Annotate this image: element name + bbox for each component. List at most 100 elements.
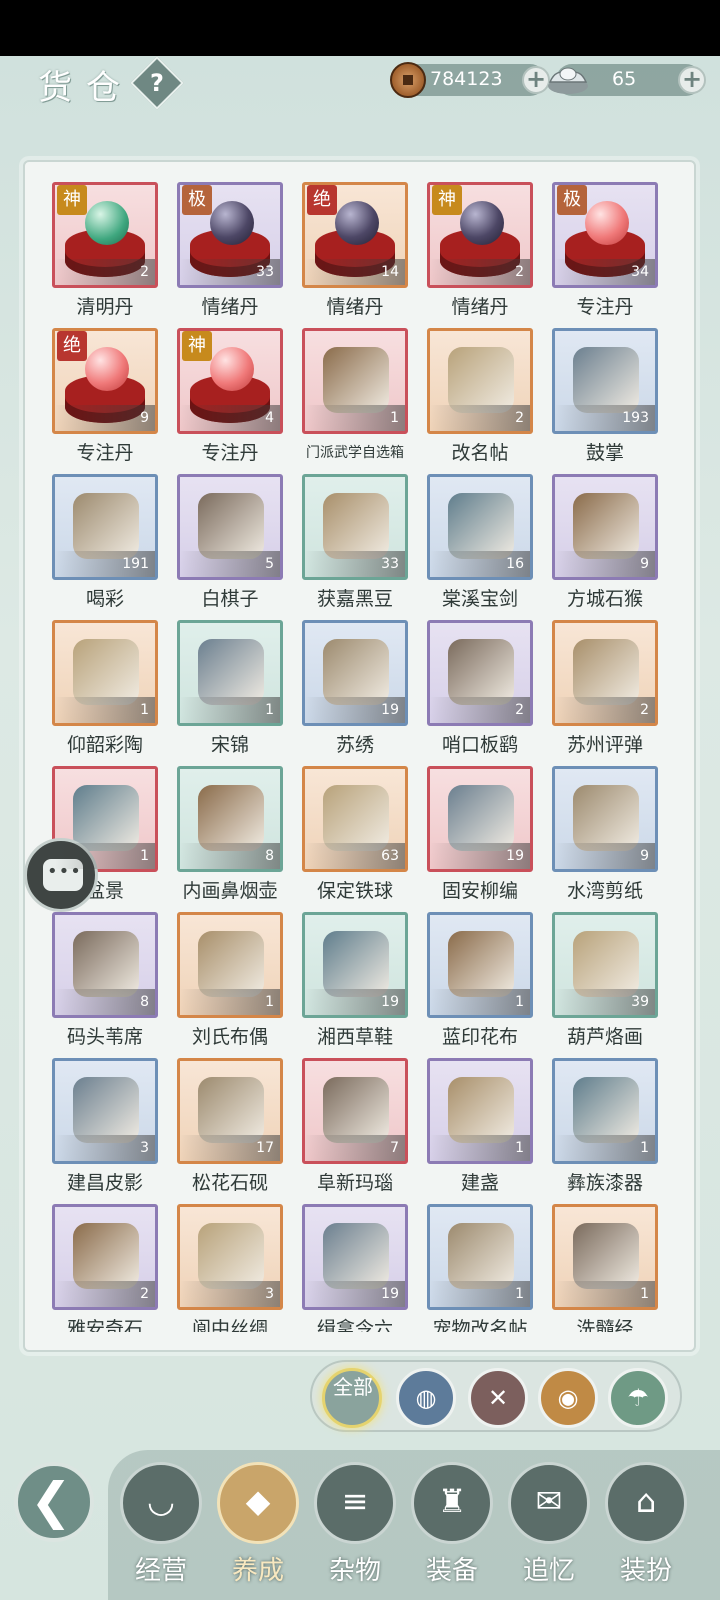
page-title: 货仓: [38, 68, 134, 108]
item-count: 8: [55, 989, 155, 1015]
inventory-item[interactable]: 神 2 清明丹: [52, 182, 158, 322]
inventory-item[interactable]: 39 葫芦烙画: [552, 912, 658, 1052]
help-button[interactable]: ?: [130, 56, 184, 110]
inventory-item[interactable]: 神 4 专注丹: [177, 328, 283, 468]
inventory-item[interactable]: 神 2 情绪丹: [427, 182, 533, 322]
nav-tab[interactable]: ≡ 杂物: [310, 1462, 400, 1600]
inventory-item[interactable]: 1 刘氏布偶: [177, 912, 283, 1052]
item-count: 3: [55, 1135, 155, 1161]
item-name: 喝彩: [85, 588, 124, 610]
inventory-item[interactable]: 3 建昌皮影: [52, 1058, 158, 1198]
nav-tab[interactable]: ◆ 养成: [213, 1462, 303, 1600]
inventory-item[interactable]: 193 鼓掌: [552, 328, 658, 468]
inventory-item[interactable]: 9 方城石猴: [552, 474, 658, 614]
item-tile: 3: [52, 1058, 158, 1164]
nav-tab[interactable]: ◡ 经营: [116, 1462, 206, 1600]
inventory-item[interactable]: 19 苏绣: [302, 620, 408, 760]
filter-all[interactable]: 全部: [322, 1368, 382, 1428]
item-tile: 极 34: [552, 182, 658, 288]
shadow-puppet-icon: [73, 1077, 139, 1143]
letter-icon: ✉: [535, 1482, 563, 1520]
inventory-item[interactable]: 2 雅安奇石: [52, 1204, 158, 1332]
rarity-badge: 神: [57, 185, 87, 215]
item-tile: 33: [302, 474, 408, 580]
filter-scrolls[interactable]: ◉: [538, 1368, 598, 1428]
item-count: 9: [55, 405, 155, 431]
rarity-badge: 极: [182, 185, 212, 215]
item-name: 门派武学自选箱: [306, 445, 404, 461]
inventory-item[interactable]: 1 建盏: [427, 1058, 533, 1198]
inventory-item[interactable]: 1 宋锦: [177, 620, 283, 760]
item-name: 情绪丹: [451, 296, 509, 318]
item-tile: 191: [52, 474, 158, 580]
inventory-item[interactable]: 191 喝彩: [52, 474, 158, 614]
nav-tab-label: 装备: [425, 1556, 478, 1586]
item-name: 白棋子: [201, 588, 259, 610]
snuff-bottle-icon: [198, 785, 264, 851]
item-name: 蓝印花布: [441, 1026, 518, 1048]
inventory-item[interactable]: 极 33 情绪丹: [177, 182, 283, 322]
inventory-item[interactable]: 19 固安柳编: [427, 766, 533, 906]
clap-icon: [573, 347, 639, 413]
inventory-item[interactable]: 33 获嘉黑豆: [302, 474, 408, 614]
filter-weapons[interactable]: ✕: [468, 1368, 528, 1428]
inventory-item[interactable]: 2 改名帖: [427, 328, 533, 468]
inventory-item[interactable]: 9 水湾剪纸: [552, 766, 658, 906]
item-name: 建昌皮影: [66, 1172, 143, 1194]
item-count: 193: [555, 405, 655, 431]
item-count: 1: [180, 697, 280, 723]
inventory-item[interactable]: 1 彝族漆器: [552, 1058, 658, 1198]
inventory-item[interactable]: 2 哨口板鹞: [427, 620, 533, 760]
item-name: 清明丹: [76, 296, 134, 318]
inventory-item[interactable]: 8 码头苇席: [52, 912, 158, 1052]
inventory-item[interactable]: 1 洗髓经: [552, 1204, 658, 1332]
nav-tab[interactable]: ♜ 装备: [407, 1462, 497, 1600]
robe-icon: ♜: [437, 1482, 467, 1520]
inventory-item[interactable]: 1 蓝印花布: [427, 912, 533, 1052]
inventory-item[interactable]: 3 阆中丝绸: [177, 1204, 283, 1332]
filter-bag[interactable]: ◍: [396, 1368, 456, 1428]
inventory-item[interactable]: 7 阜新玛瑙: [302, 1058, 408, 1198]
inventory-grid[interactable]: 神 2 清明丹极 33 情绪丹绝 14 情绪丹神 2 情绪丹极 34 专注丹绝 9 专注丹神 4 专注丹 1 门…: [52, 182, 672, 1332]
inventory-item[interactable]: 1 仰韶彩陶: [52, 620, 158, 760]
nav-tab[interactable]: ⌂ 装扮: [601, 1462, 691, 1600]
brocade-icon: [198, 639, 264, 705]
inventory-item[interactable]: 19 缉拿令六: [302, 1204, 408, 1332]
inventory-item[interactable]: 17 松花石砚: [177, 1058, 283, 1198]
scroll-icon: ◉: [557, 1384, 579, 1412]
back-button[interactable]: ❮: [14, 1462, 94, 1542]
nav-tab[interactable]: ✉ 追忆: [504, 1462, 594, 1600]
item-tile: 1: [427, 1204, 533, 1310]
green-orb-icon: [85, 201, 129, 245]
item-tile: 9: [552, 474, 658, 580]
nav-tab-disc: ⌂: [605, 1462, 687, 1544]
nav-tab-label: 养成: [231, 1556, 284, 1586]
item-tile: 1: [302, 328, 408, 434]
bean-jar-icon: [323, 493, 389, 559]
item-count: 2: [430, 697, 530, 723]
inventory-item[interactable]: 1 宠物改名帖: [427, 1204, 533, 1332]
inventory-item[interactable]: 63 保定铁球: [302, 766, 408, 906]
inventory-item[interactable]: 2 苏州评弹: [552, 620, 658, 760]
inventory-item[interactable]: 绝 9 专注丹: [52, 328, 158, 468]
silver-balance: 65 +: [548, 64, 706, 96]
inkstone-icon: [198, 1077, 264, 1143]
nav-tab-label: 装扮: [619, 1556, 672, 1586]
item-count: 19: [430, 843, 530, 869]
kite-icon: [448, 639, 514, 705]
rarity-badge: 极: [557, 185, 587, 215]
inventory-item[interactable]: 8 内画鼻烟壶: [177, 766, 283, 906]
inventory-item[interactable]: 16 棠溪宝剑: [427, 474, 533, 614]
inventory-item[interactable]: 1 门派武学自选箱: [302, 328, 408, 468]
inventory-item[interactable]: 绝 14 情绪丹: [302, 182, 408, 322]
item-name: 改名帖: [451, 442, 509, 464]
filter-umbrella[interactable]: ☂: [608, 1368, 668, 1428]
inventory-item[interactable]: 5 白棋子: [177, 474, 283, 614]
item-tile: 63: [302, 766, 408, 872]
item-count: 4: [180, 405, 280, 431]
add-silver-button[interactable]: +: [678, 66, 706, 94]
inventory-item[interactable]: 19 湘西草鞋: [302, 912, 408, 1052]
pet-card-icon: [448, 1223, 514, 1289]
inventory-item[interactable]: 极 34 专注丹: [552, 182, 658, 322]
token-icon: [323, 1223, 389, 1289]
